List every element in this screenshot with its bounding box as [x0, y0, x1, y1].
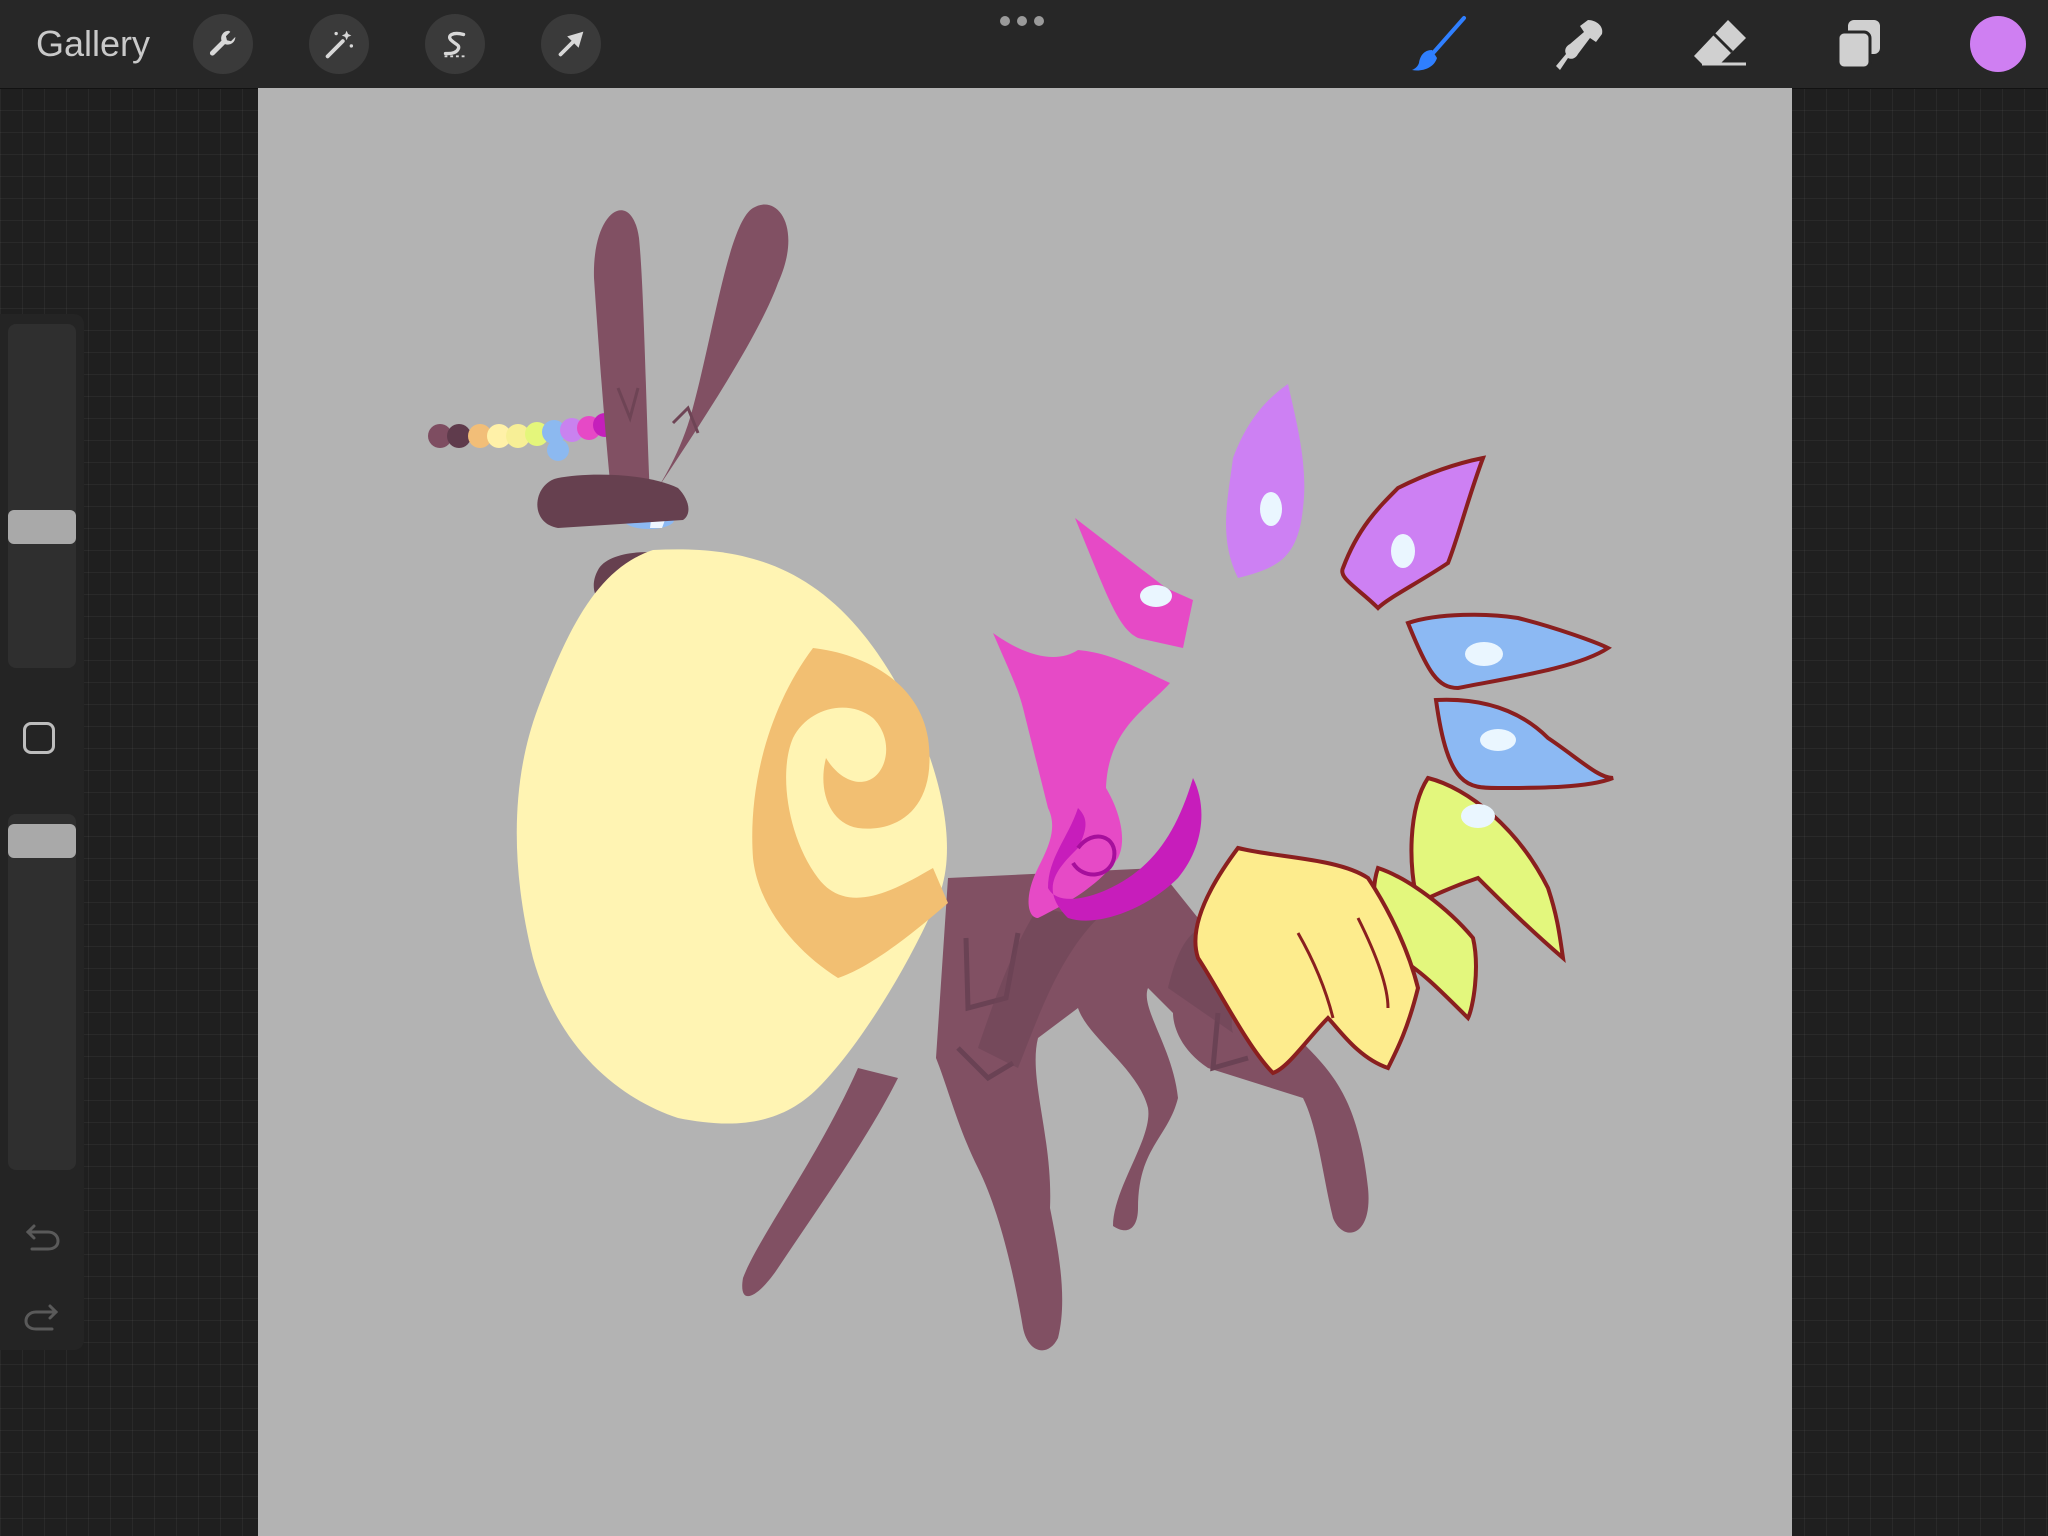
arrow-cursor-icon — [558, 31, 584, 57]
layers-icon[interactable] — [1828, 12, 1892, 76]
smudge-icon[interactable] — [1548, 12, 1612, 76]
selection-s-icon — [443, 31, 466, 58]
brush-size-thumb[interactable] — [8, 510, 76, 544]
brush-size-slider[interactable] — [8, 324, 76, 668]
tail-spikes — [1193, 384, 1614, 1076]
top-toolbar: Gallery — [0, 0, 2048, 89]
selection-button[interactable] — [425, 14, 485, 74]
magic-wand-icon — [325, 30, 354, 59]
creature-ears — [593, 204, 789, 510]
snail-shell — [516, 549, 948, 1124]
left-sidebar — [0, 314, 84, 1350]
artwork — [428, 204, 1614, 1351]
palette-dots — [428, 413, 617, 461]
more-options-icon[interactable] — [998, 14, 1046, 28]
gallery-button[interactable]: Gallery — [36, 22, 150, 66]
eraser-icon[interactable] — [1688, 12, 1752, 76]
redo-icon[interactable] — [20, 1292, 64, 1336]
drawing-canvas[interactable] — [258, 88, 1792, 1536]
transform-button[interactable] — [541, 14, 601, 74]
pink-fins — [993, 518, 1202, 921]
wrench-icon — [209, 30, 236, 56]
opacity-slider[interactable] — [8, 814, 76, 1170]
color-picker-swatch[interactable] — [1970, 16, 2026, 72]
opacity-thumb[interactable] — [8, 823, 76, 858]
modify-button[interactable] — [23, 722, 55, 754]
wrench-button[interactable] — [193, 14, 253, 74]
undo-icon[interactable] — [20, 1212, 64, 1256]
brush-icon[interactable] — [1408, 12, 1472, 76]
adjustments-button[interactable] — [309, 14, 369, 74]
